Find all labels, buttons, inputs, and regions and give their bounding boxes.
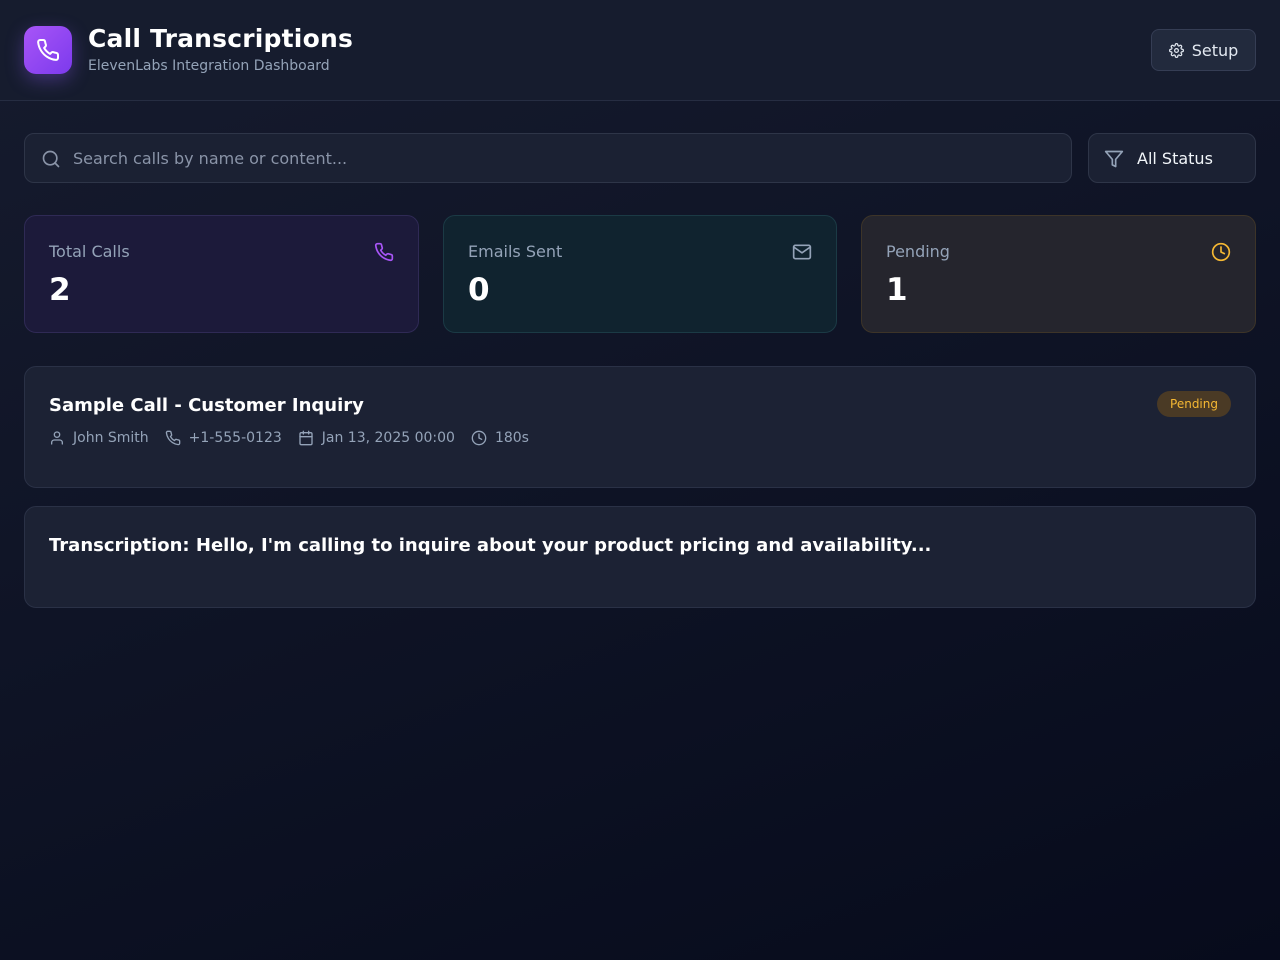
call-date-text: Jan 13, 2025 00:00 (321, 430, 455, 446)
transcription-text: Transcription: Hello, I'm calling to inq… (49, 535, 932, 556)
status-badge: Pending (1157, 391, 1231, 417)
transcription-card[interactable]: Transcription: Hello, I'm calling to inq… (24, 506, 1256, 608)
user-icon (51, 431, 63, 445)
status-filter-value: All Status (1137, 149, 1213, 168)
call-phone: +1-555-0123 (165, 430, 282, 446)
app-header: Call Transcriptions ElevenLabs Integrati… (0, 0, 1280, 101)
filter-icon (1104, 150, 1124, 168)
setup-button[interactable]: Setup (1151, 29, 1256, 71)
search-input[interactable] (73, 134, 1053, 182)
call-card[interactable]: Sample Call - Customer Inquiry Pending J… (24, 366, 1256, 488)
search-box (24, 133, 1072, 183)
page-title: Call Transcriptions (88, 24, 354, 53)
clock-icon (471, 430, 487, 446)
stat-value: 0 (468, 272, 490, 308)
call-meta-row: John Smith +1-555-0123 Jan 13, 2025 00:0… (49, 428, 545, 448)
call-duration: 180s (471, 430, 529, 446)
page-subtitle: ElevenLabs Integration Dashboard (88, 58, 330, 74)
stat-value: 1 (886, 272, 908, 308)
mail-icon (792, 244, 812, 260)
stat-label: Total Calls (49, 242, 130, 261)
stat-card-total-calls: Total Calls 2 (24, 215, 419, 333)
call-title: Sample Call - Customer Inquiry (49, 395, 364, 416)
setup-button-label: Setup (1191, 40, 1239, 60)
call-date: Jan 13, 2025 00:00 (298, 430, 455, 446)
calendar-icon (299, 430, 313, 446)
phone-number: +1-555-0123 (188, 430, 282, 446)
phone-icon (374, 242, 394, 262)
app-logo (24, 26, 72, 74)
gear-icon (1168, 42, 1184, 58)
phone-icon (37, 39, 60, 61)
stat-label: Pending (886, 242, 950, 261)
call-duration-text: 180s (494, 430, 529, 446)
call-caller: John Smith (49, 430, 149, 446)
status-filter-select[interactable]: All Status (1088, 133, 1256, 183)
stat-label: Emails Sent (468, 242, 563, 261)
stat-value: 2 (49, 272, 71, 308)
clock-icon (1211, 242, 1231, 262)
stat-card-emails-sent: Emails Sent 0 (443, 215, 837, 333)
caller-name: John Smith (73, 430, 149, 446)
phone-icon (165, 430, 181, 446)
search-icon (42, 150, 60, 168)
stat-card-pending: Pending 1 (861, 215, 1256, 333)
